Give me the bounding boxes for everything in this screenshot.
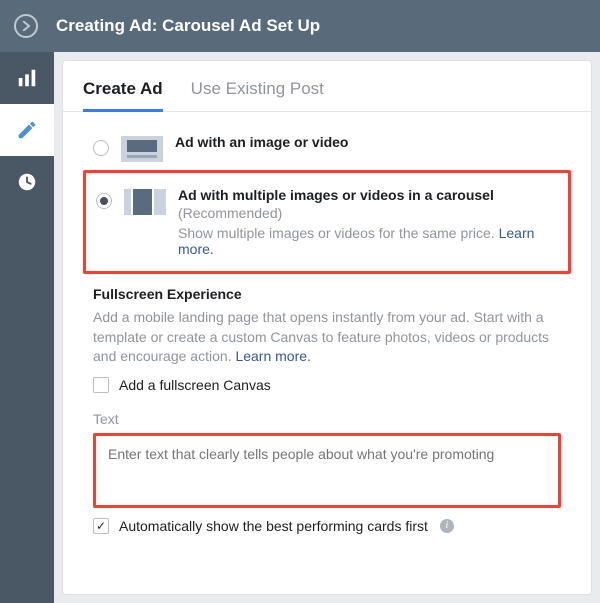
single-media-thumbnail-icon: [121, 136, 163, 162]
sidebar-item-performance[interactable]: [0, 52, 54, 104]
ad-text-input[interactable]: [96, 436, 558, 500]
add-canvas-row[interactable]: Add a fullscreen Canvas: [93, 377, 561, 393]
pencil-icon: [16, 119, 38, 141]
page-title: Creating Ad: Carousel Ad Set Up: [56, 16, 320, 36]
auto-cards-checkbox[interactable]: ✓: [93, 518, 109, 534]
highlight-text-input: [93, 433, 561, 508]
auto-cards-row[interactable]: ✓ Automatically show the best performing…: [93, 518, 561, 534]
sidebar-item-history[interactable]: [0, 156, 54, 208]
option-carousel-desc: Show multiple images or videos for the s…: [178, 225, 558, 257]
fullscreen-heading: Fullscreen Experience: [93, 286, 561, 302]
info-icon[interactable]: i: [440, 519, 454, 533]
option-carousel-subtitle: (Recommended): [178, 205, 558, 221]
ad-source-tabs: Create Ad Use Existing Post: [63, 61, 591, 112]
radio-carousel[interactable]: [96, 193, 112, 209]
create-ad-card: Create Ad Use Existing Post Ad with an i…: [62, 60, 592, 595]
option-single-media[interactable]: Ad with an image or video: [93, 126, 561, 170]
highlight-carousel-option: Ad with multiple images or videos in a c…: [83, 170, 571, 274]
auto-cards-label: Automatically show the best performing c…: [119, 518, 428, 534]
tab-use-existing[interactable]: Use Existing Post: [191, 71, 324, 111]
fullscreen-description: Add a mobile landing page that opens ins…: [93, 308, 561, 367]
option-single-title: Ad with an image or video: [175, 134, 561, 150]
chevron-right-icon[interactable]: [14, 14, 38, 38]
nav-sidebar: [0, 52, 54, 603]
add-canvas-label: Add a fullscreen Canvas: [119, 377, 271, 393]
option-carousel-title: Ad with multiple images or videos in a c…: [178, 187, 558, 203]
fullscreen-learn-more-link[interactable]: Learn more.: [235, 348, 310, 364]
add-canvas-checkbox[interactable]: [93, 377, 109, 393]
option-carousel[interactable]: Ad with multiple images or videos in a c…: [96, 179, 558, 265]
radio-single[interactable]: [93, 140, 109, 156]
sidebar-item-edit[interactable]: [0, 104, 54, 156]
carousel-thumbnail-icon: [124, 189, 166, 215]
tab-create-ad[interactable]: Create Ad: [83, 71, 163, 111]
text-section-label: Text: [93, 411, 561, 427]
bar-chart-icon: [16, 67, 38, 89]
page-header: Creating Ad: Carousel Ad Set Up: [0, 0, 600, 52]
clock-icon: [16, 171, 38, 193]
